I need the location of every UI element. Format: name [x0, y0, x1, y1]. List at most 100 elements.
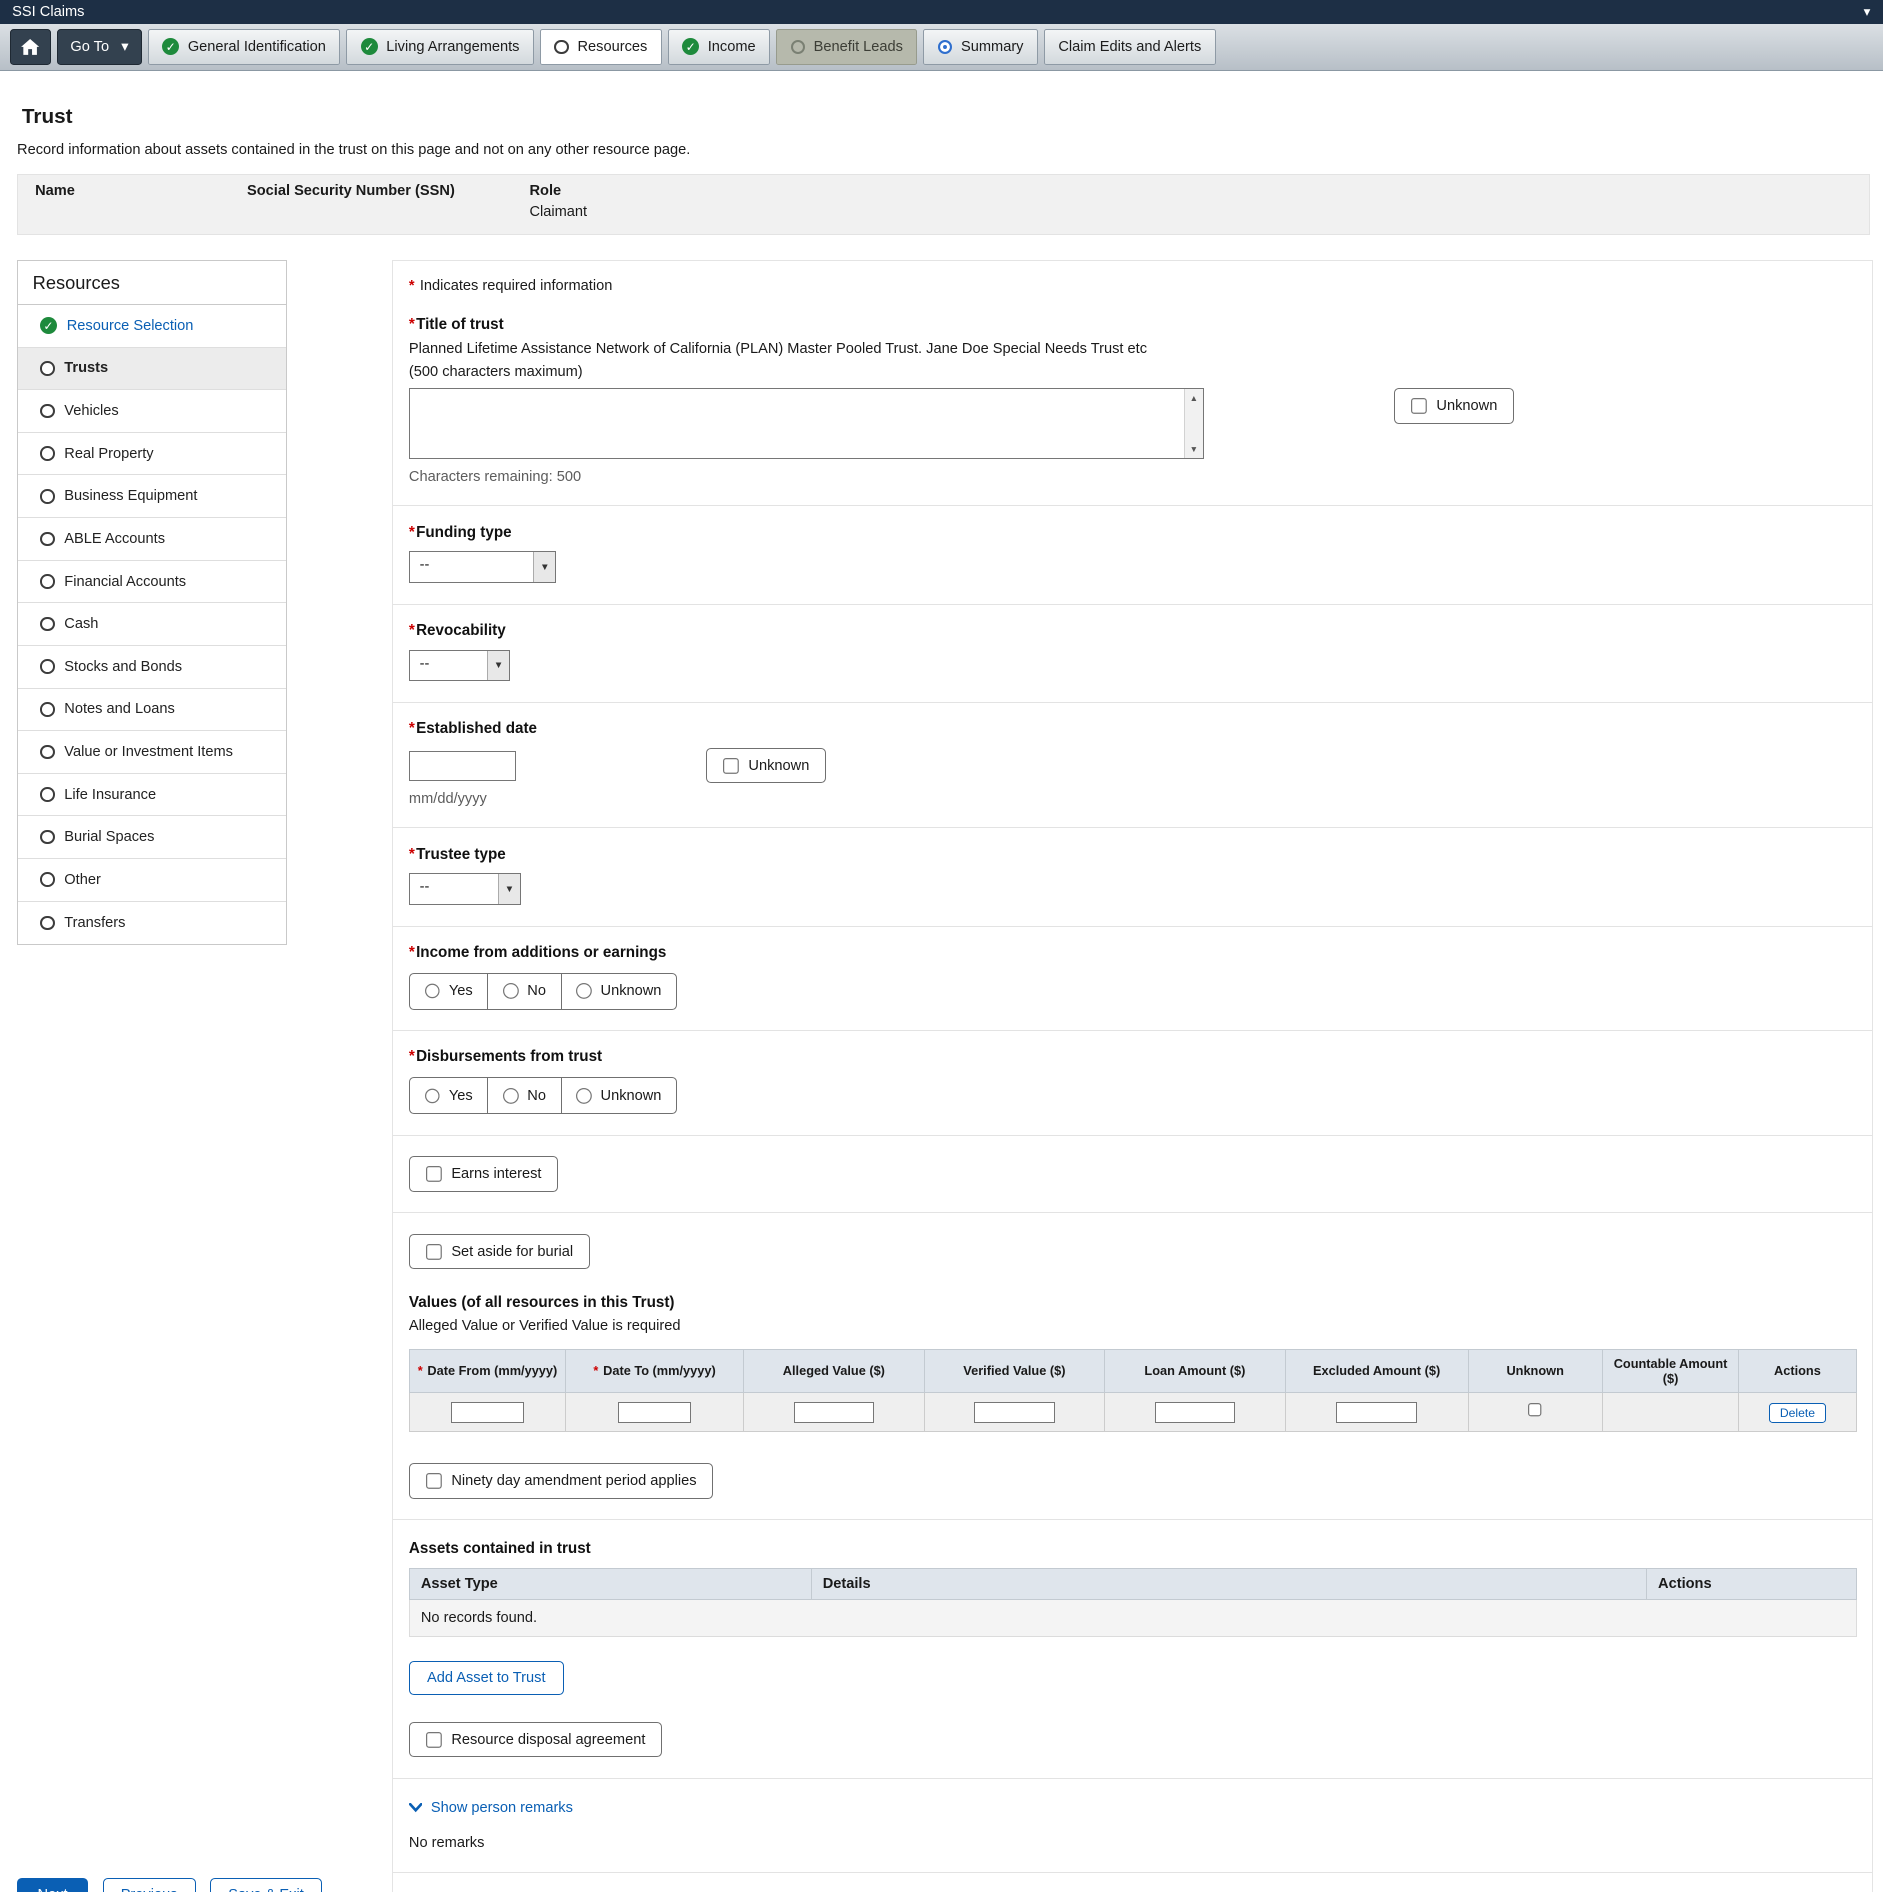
sidebar-item-other[interactable]: Other — [18, 859, 286, 902]
required-asterisk: * — [409, 1048, 415, 1065]
section-circle-icon — [40, 446, 55, 461]
go-to-dropdown[interactable]: Go To ▾ — [57, 29, 142, 64]
resource-disposal-checkbox[interactable]: Resource disposal agreement — [409, 1722, 662, 1757]
tab-summary[interactable]: Summary — [923, 29, 1037, 64]
sidebar-item-resource-selection[interactable]: ✓ Resource Selection — [18, 305, 286, 348]
checkbox[interactable] — [1411, 398, 1427, 414]
disbursements-radio-yes[interactable]: Yes — [410, 1078, 488, 1113]
income-radio-no[interactable]: No — [488, 974, 561, 1009]
checkbox[interactable] — [723, 758, 739, 774]
complete-check-icon: ✓ — [361, 38, 378, 55]
show-person-remarks-toggle[interactable]: Show person remarks — [409, 1800, 573, 1816]
disbursements-radio-unknown[interactable]: Unknown — [562, 1078, 676, 1113]
current-section-icon — [938, 40, 953, 55]
tab-general-identification[interactable]: ✓ General Identification — [148, 29, 340, 64]
tab-living-arrangements[interactable]: ✓ Living Arrangements — [346, 29, 534, 64]
verified-value-input[interactable] — [974, 1402, 1054, 1424]
sidebar-item-business-equipment[interactable]: Business Equipment — [18, 475, 286, 518]
sidebar-item-vehicles[interactable]: Vehicles — [18, 390, 286, 433]
sidebar-item-able-accounts[interactable]: ABLE Accounts — [18, 518, 286, 561]
excluded-amount-input[interactable] — [1336, 1402, 1416, 1424]
tab-label: General Identification — [188, 39, 326, 55]
go-to-label: Go To — [70, 39, 109, 55]
section-circle-icon — [40, 830, 55, 845]
next-button[interactable]: Next — [17, 1878, 88, 1893]
sidebar-item-financial-accounts[interactable]: Financial Accounts — [18, 561, 286, 604]
sidebar-item-burial-spaces[interactable]: Burial Spaces — [18, 816, 286, 859]
section-circle-icon — [40, 532, 55, 547]
section-circle-icon — [791, 40, 806, 55]
checkbox[interactable] — [426, 1473, 442, 1489]
page-title: Trust — [22, 105, 1870, 129]
unknown-label: Unknown — [748, 758, 809, 774]
col-date-from: * Date From (mm/yyyy) — [409, 1349, 565, 1392]
section-circle-icon — [40, 404, 55, 419]
income-radio-unknown[interactable]: Unknown — [562, 974, 676, 1009]
sidebar-item-life-insurance[interactable]: Life Insurance — [18, 774, 286, 817]
selected-value: -- — [410, 552, 533, 582]
group-revocability: *Revocability -- ▼ — [393, 605, 1872, 703]
checkbox[interactable] — [426, 1732, 442, 1748]
sidebar-item-stocks-and-bonds[interactable]: Stocks and Bonds — [18, 646, 286, 689]
sidebar-item-value-or-investment-items[interactable]: Value or Investment Items — [18, 731, 286, 774]
set-aside-for-burial-checkbox[interactable]: Set aside for burial — [409, 1234, 590, 1269]
previous-button[interactable]: Previous — [103, 1878, 196, 1893]
home-icon — [21, 39, 39, 55]
sidebar-item-transfers[interactable]: Transfers — [18, 902, 286, 945]
title-of-trust-textarea-wrap: ▲ ▼ — [409, 388, 1204, 459]
checkbox[interactable] — [426, 1166, 442, 1182]
tab-income[interactable]: ✓ Income — [668, 29, 770, 64]
title-of-trust-unknown-checkbox[interactable]: Unknown — [1394, 388, 1514, 423]
loan-amount-input[interactable] — [1155, 1402, 1235, 1424]
disbursements-radio-no[interactable]: No — [488, 1078, 561, 1113]
trustee-type-select[interactable]: -- ▼ — [409, 873, 521, 905]
go-to-caret-icon: ▾ — [121, 38, 128, 55]
tab-claim-edits-and-alerts[interactable]: Claim Edits and Alerts — [1044, 29, 1216, 64]
radio[interactable] — [576, 1088, 592, 1104]
textarea-scrollbar[interactable]: ▲ ▼ — [1184, 389, 1203, 458]
funding-type-select[interactable]: -- ▼ — [409, 551, 556, 583]
tab-resources[interactable]: Resources — [540, 29, 662, 64]
save-and-exit-button[interactable]: Save & Exit — [210, 1878, 322, 1893]
date-from-input[interactable] — [451, 1402, 524, 1424]
sidebar-item-notes-and-loans[interactable]: Notes and Loans — [18, 689, 286, 732]
col-actions: Actions — [1739, 1349, 1856, 1392]
values-section-title: Values (of all resources in this Trust) — [409, 1294, 1857, 1311]
required-asterisk: * — [409, 524, 415, 541]
earns-interest-checkbox[interactable]: Earns interest — [409, 1156, 558, 1191]
date-format-hint: mm/dd/yyyy — [409, 791, 1857, 807]
sidebar-item-trusts[interactable]: Trusts — [18, 348, 286, 391]
section-circle-icon — [40, 916, 55, 931]
ninety-day-checkbox[interactable]: Ninety day amendment period applies — [409, 1463, 713, 1498]
income-radio-yes[interactable]: Yes — [410, 974, 488, 1009]
complete-check-icon: ✓ — [162, 38, 179, 55]
section-circle-icon — [554, 40, 569, 55]
scroll-up-icon: ▲ — [1190, 393, 1198, 403]
funding-type-label: *Funding type — [409, 524, 1857, 541]
home-button[interactable] — [10, 29, 51, 64]
tab-label: Income — [708, 39, 756, 55]
app-menu-caret-icon[interactable]: ▾ — [1864, 4, 1871, 20]
radio[interactable] — [503, 1088, 519, 1104]
date-to-input[interactable] — [618, 1402, 691, 1424]
title-of-trust-textarea[interactable] — [410, 389, 1184, 458]
row-delete-button[interactable]: Delete — [1769, 1403, 1826, 1424]
established-date-input[interactable] — [409, 751, 516, 781]
sidebar-item-cash[interactable]: Cash — [18, 603, 286, 646]
radio[interactable] — [425, 1088, 441, 1104]
sidebar-item-label: Burial Spaces — [64, 829, 154, 845]
radio[interactable] — [576, 983, 592, 999]
group-income-from-additions: *Income from additions or earnings Yes N… — [393, 927, 1872, 1031]
sidebar-item-label: Real Property — [64, 446, 153, 462]
sidebar-item-real-property[interactable]: Real Property — [18, 433, 286, 476]
add-asset-to-trust-button[interactable]: Add Asset to Trust — [409, 1661, 564, 1695]
section-circle-icon — [40, 745, 55, 760]
tab-label: Claim Edits and Alerts — [1058, 39, 1201, 55]
alleged-value-input[interactable] — [794, 1402, 874, 1424]
radio[interactable] — [425, 983, 441, 999]
unknown-checkbox[interactable] — [1528, 1403, 1543, 1418]
revocability-select[interactable]: -- ▼ — [409, 650, 510, 682]
established-date-unknown-checkbox[interactable]: Unknown — [706, 748, 826, 783]
radio[interactable] — [503, 983, 519, 999]
checkbox[interactable] — [426, 1244, 442, 1260]
